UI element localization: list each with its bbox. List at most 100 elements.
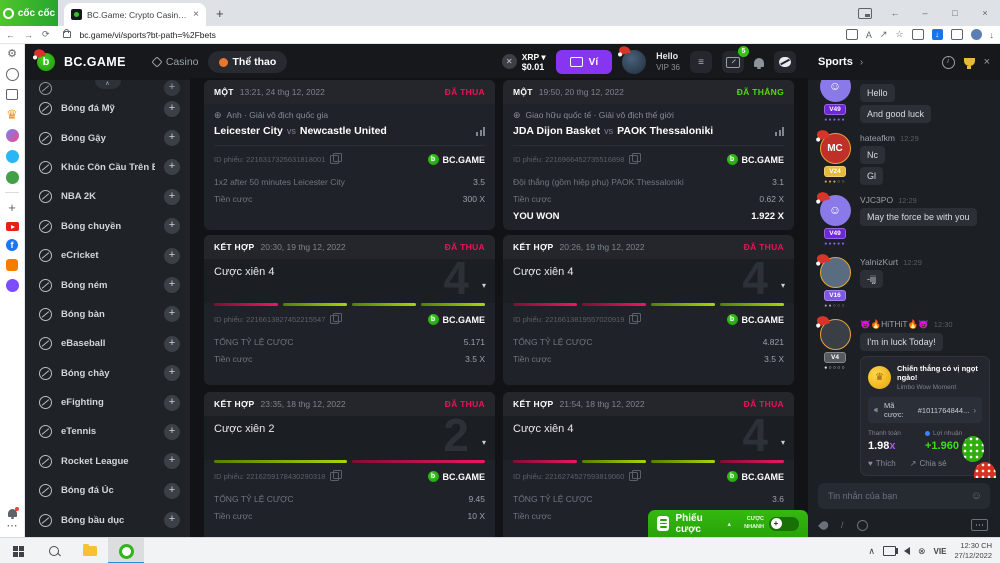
expand-plus-button[interactable]: + xyxy=(164,80,180,96)
expand-plus-button[interactable]: + xyxy=(164,159,180,175)
chat-message-input[interactable] xyxy=(826,490,965,502)
username[interactable]: 😈🔥HiTHiT🔥😈 xyxy=(860,319,929,330)
bet-card[interactable]: MỘT 13:21, 24 thg 12, 2022 ĐÃ THUA ⊕Anh … xyxy=(204,80,495,230)
coin-drop-icon[interactable] xyxy=(857,520,868,531)
sidebar-item[interactable]: Bóng bàn + xyxy=(25,300,190,329)
sidebar-item[interactable]: eBaseball + xyxy=(25,329,190,358)
taskbar-search-button[interactable] xyxy=(36,538,72,563)
sidebar-item[interactable]: Bóng ném + xyxy=(25,270,190,299)
quick-bet-toggle[interactable]: + xyxy=(769,517,799,531)
expand-caret-icon[interactable]: ▾ xyxy=(781,281,785,290)
share-icon[interactable]: ↗ xyxy=(880,29,888,40)
tray-app-icon[interactable]: ⊗ xyxy=(918,546,926,557)
bet-code-row[interactable]: Mã cược: #1011764844... › xyxy=(868,397,982,423)
sidebar-item[interactable]: eFighting + xyxy=(25,388,190,417)
translate-icon[interactable]: A xyxy=(866,30,872,40)
alerts-bell-icon[interactable] xyxy=(754,58,764,67)
username[interactable]: VJC3PO xyxy=(860,195,893,205)
sidebar-item[interactable]: Bóng đá Úc + xyxy=(25,476,190,505)
blue-app-icon[interactable] xyxy=(6,150,19,163)
bet-card[interactable]: KẾT HỢP 23:35, 18 thg 12, 2022 ĐÃ THUA C… xyxy=(204,392,495,537)
bet-card[interactable]: KẾT HỢP 20:30, 19 thg 12, 2022 ĐÃ THUA C… xyxy=(204,235,495,385)
avatar[interactable] xyxy=(820,257,851,288)
language-indicator[interactable]: VIE xyxy=(934,547,947,556)
new-tab-button[interactable]: + xyxy=(216,6,224,21)
inbox-button[interactable]: 5 xyxy=(722,51,744,73)
copy-icon[interactable] xyxy=(330,315,339,324)
profile-avatar[interactable] xyxy=(971,29,982,40)
betslip-bar[interactable]: Phiếu cược ▴ CƯỢC NHANH + xyxy=(648,510,808,537)
username[interactable]: YalnizKurt xyxy=(860,257,898,267)
share-button[interactable]: ↗Chia sẻ xyxy=(910,459,947,468)
user-avatar[interactable] xyxy=(622,50,646,74)
chevron-right-icon[interactable]: › xyxy=(860,57,863,68)
nav-casino[interactable]: Casino xyxy=(153,56,199,68)
emoji-smiley-icon[interactable]: ☺ xyxy=(971,490,982,502)
wallet-button[interactable]: Ví xyxy=(556,50,612,74)
orange-app-icon[interactable] xyxy=(6,259,18,271)
copy-icon[interactable] xyxy=(629,472,638,481)
nav-sports[interactable]: Thể thao xyxy=(208,51,288,73)
expand-plus-button[interactable]: + xyxy=(164,306,180,322)
sidebar-item[interactable]: NBA 2K + xyxy=(25,182,190,211)
copy-icon[interactable] xyxy=(629,315,638,324)
match-stats-icon[interactable] xyxy=(775,127,784,136)
rail-more-icon[interactable]: ⋯ xyxy=(7,521,18,532)
tray-expand-icon[interactable]: ∧ xyxy=(868,546,875,557)
avatar[interactable]: MC xyxy=(820,133,851,164)
reading-list-icon[interactable] xyxy=(6,89,18,100)
dice-app-icon[interactable] xyxy=(6,279,19,292)
file-explorer-button[interactable] xyxy=(72,538,108,563)
youtube-icon[interactable] xyxy=(6,222,19,231)
sidebar-item[interactable]: Khúc Côn Cầu Trên Băng + xyxy=(25,153,190,182)
expand-plus-button[interactable]: + xyxy=(164,189,180,205)
start-button[interactable] xyxy=(0,538,36,563)
match-stats-icon[interactable] xyxy=(476,127,485,136)
expand-plus-button[interactable]: + xyxy=(164,483,180,499)
settings-gear-icon[interactable]: ⚙ xyxy=(7,49,17,60)
bet-card[interactable]: MỘT 19:50, 20 thg 12, 2022 ĐÃ THẮNG ⊕Gia… xyxy=(503,80,794,230)
sidebar-item[interactable]: eCricket + xyxy=(25,241,190,270)
avatar[interactable] xyxy=(820,319,851,350)
notifications-bell-icon[interactable] xyxy=(8,509,17,517)
tab-close-icon[interactable]: × xyxy=(193,9,199,20)
like-button[interactable]: ♥Thích xyxy=(868,459,896,468)
chat-room-title[interactable]: Sports xyxy=(818,56,853,68)
bcgame-logo-text[interactable]: BC.GAME xyxy=(64,55,126,69)
add-shortcut-button[interactable]: + xyxy=(8,201,16,214)
volume-icon[interactable] xyxy=(904,547,910,555)
expand-plus-button[interactable]: + xyxy=(164,130,180,146)
crown-rewards-icon[interactable]: ♛ xyxy=(6,108,18,121)
window-close-button[interactable]: × xyxy=(970,0,1000,26)
save-page-icon[interactable] xyxy=(846,29,858,40)
shield-icon[interactable] xyxy=(912,29,924,40)
avatar[interactable]: ☺ xyxy=(820,80,851,102)
trophy-icon[interactable] xyxy=(964,58,975,66)
gif-keyboard-icon[interactable] xyxy=(971,519,988,531)
user-info[interactable]: Hello VIP 36 xyxy=(656,51,680,72)
sidebar-item[interactable]: Bóng chuyền + xyxy=(25,212,190,241)
expand-plus-button[interactable]: + xyxy=(164,424,180,440)
url-text[interactable]: bc.game/vi/sports?bt-path=%2Fbets xyxy=(80,30,216,40)
currency-selector[interactable]: ✕ XRP ▾ $0.01 xyxy=(502,52,546,73)
messenger-icon[interactable] xyxy=(6,129,19,142)
expand-plus-button[interactable]: + xyxy=(164,101,180,117)
sidebar-item[interactable]: Bóng bầu dục + xyxy=(25,505,190,534)
coccoc-taskbar-button[interactable] xyxy=(108,538,144,563)
copy-icon[interactable] xyxy=(330,472,339,481)
chat-close-icon[interactable]: × xyxy=(984,56,990,68)
expand-caret-icon[interactable]: ▾ xyxy=(482,281,486,290)
expand-caret-icon[interactable]: ▾ xyxy=(482,438,486,447)
bet-list-button[interactable]: ≡ xyxy=(690,51,712,73)
forward-button[interactable]: → xyxy=(24,30,33,40)
download-manager-icon[interactable]: ↓ xyxy=(932,29,943,40)
expand-plus-button[interactable]: + xyxy=(164,365,180,381)
tab-search-button[interactable]: ← xyxy=(880,0,910,26)
extension-icon[interactable] xyxy=(951,29,963,40)
back-button[interactable]: ← xyxy=(6,30,15,40)
bcgame-logo-icon[interactable]: b xyxy=(37,53,55,71)
history-icon[interactable] xyxy=(6,68,19,81)
rain-tip-icon[interactable] xyxy=(818,519,830,531)
expand-plus-button[interactable]: + xyxy=(164,453,180,469)
avatar[interactable]: ☺ xyxy=(820,195,851,226)
